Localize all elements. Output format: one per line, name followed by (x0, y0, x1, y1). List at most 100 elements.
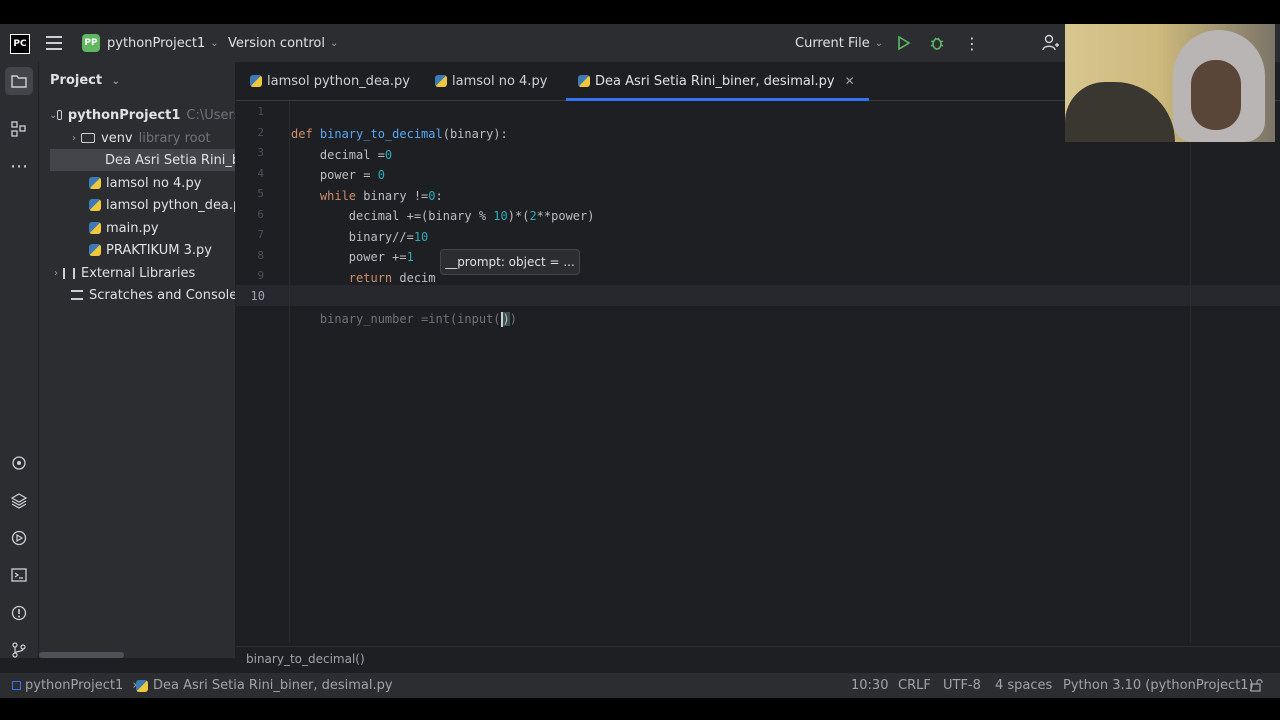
debug-icon[interactable] (929, 24, 945, 62)
more-tools-icon[interactable]: ⋯ (8, 155, 30, 177)
code-text: power = (291, 168, 378, 182)
tree-item-label: lamsol no 4.py (106, 175, 202, 191)
line-number-current: 10 (250, 289, 265, 303)
code-text: binary != (363, 189, 429, 203)
lock-icon[interactable] (1250, 673, 1263, 698)
code-text: **power) (536, 209, 595, 223)
status-caret-position[interactable]: 10:30 (851, 673, 888, 698)
tree-item-label: Scratches and Consoles (89, 287, 236, 303)
line-number: 5 (257, 187, 264, 200)
tree-item-file[interactable]: main.py (39, 217, 235, 239)
breadcrumb-function[interactable]: binary_to_decimal() (246, 652, 365, 666)
status-project-name: pythonProject1 (25, 678, 124, 693)
line-number-gutter: 1 2 3 4 5 6 7 8 9 10 (236, 101, 290, 642)
python-file-icon (89, 244, 101, 256)
add-user-icon[interactable] (1042, 24, 1060, 62)
close-icon[interactable]: ✕ (845, 74, 855, 88)
tree-item-venv[interactable]: › venv library root (39, 127, 235, 149)
main-menu-icon[interactable] (46, 24, 64, 62)
status-project-crumb[interactable]: pythonProject1 › (12, 673, 146, 698)
code-text: =int(input( (421, 312, 501, 326)
code-text: ) (509, 312, 517, 326)
code-text: decimal +=(binary % (291, 209, 494, 223)
layers-icon[interactable] (8, 490, 30, 512)
code-number: 0 (428, 189, 436, 203)
status-file-crumb[interactable]: Dea Asri Setia Rini_biner, desimal.py (136, 673, 393, 698)
tab-label: Dea Asri Setia Rini_biner, desimal.py (595, 73, 835, 89)
status-line-separator[interactable]: CRLF (898, 673, 931, 698)
more-actions-icon[interactable]: ⋮ (964, 24, 980, 62)
library-icon (63, 267, 75, 279)
code-text: ) (502, 312, 510, 326)
horizontal-scrollbar[interactable] (39, 652, 124, 658)
status-encoding[interactable]: UTF-8 (943, 673, 981, 698)
code-line-8: return decim (291, 271, 436, 285)
tree-item-file[interactable]: lamsol python_dea.py (39, 194, 236, 216)
chevron-down-icon: ⌄ (210, 37, 219, 49)
webcam-person-face (1191, 60, 1241, 130)
services-run-icon[interactable] (8, 527, 30, 549)
project-tool-folder-icon[interactable] (5, 67, 33, 95)
tree-item-label: lamsol python_dea.py (106, 197, 236, 213)
python-packages-icon[interactable] (8, 452, 30, 474)
code-text: binary_number (291, 312, 422, 326)
tree-item-active-file[interactable]: Dea Asri Setia Rini_biner, desimal.py (50, 149, 235, 171)
problems-icon[interactable] (8, 602, 30, 624)
code-text: power += (291, 250, 407, 264)
code-keyword: def (291, 127, 320, 141)
run-config-label: Current File (795, 35, 870, 51)
code-editor[interactable]: 1 2 3 4 5 6 7 8 9 10 def binary_to_decim… (236, 101, 1280, 642)
code-number: 10 (493, 209, 508, 223)
module-icon (12, 681, 21, 690)
webcam-background-shape (1065, 82, 1175, 142)
code-number: 2 (529, 209, 537, 223)
editor-breadcrumb[interactable]: binary_to_decimal() (236, 646, 1280, 670)
status-indent[interactable]: 4 spaces (995, 673, 1052, 698)
version-control-menu[interactable]: Version control ⌄ (228, 24, 338, 62)
code-text: : (435, 189, 443, 203)
tree-item-file[interactable]: lamsol no 4.py (39, 172, 235, 194)
project-switcher[interactable]: PP pythonProject1 ⌄ (82, 24, 219, 62)
tab-active-file[interactable]: Dea Asri Setia Rini_biner, desimal.py ✕ (566, 62, 869, 101)
run-icon[interactable] (897, 24, 911, 62)
project-panel: Project ⌄ ⌄ pythonProject1 C:\Users\ › v… (39, 62, 236, 658)
code-text: (binary): (442, 127, 508, 141)
project-panel-header[interactable]: Project ⌄ (50, 73, 120, 88)
tree-item-scratches[interactable]: Scratches and Consoles (39, 284, 236, 306)
chevron-down-icon: ⌄ (874, 37, 884, 49)
version-control-label: Version control (228, 35, 325, 51)
git-branch-icon[interactable] (8, 639, 30, 661)
folder-icon (57, 110, 62, 120)
chevron-right-icon: › (54, 267, 58, 279)
python-file-icon (578, 75, 590, 87)
tree-item-project-root[interactable]: ⌄ pythonProject1 C:\Users\ (39, 104, 235, 126)
code-function-name: binary_to_decimal (319, 127, 443, 141)
tree-item-hint: library root (138, 130, 211, 146)
right-margin-guide (1190, 101, 1191, 642)
python-file-icon (89, 222, 101, 234)
webcam-overlay (1065, 24, 1275, 142)
tree-item-file[interactable]: PRAKTIKUM 3.py (39, 239, 235, 261)
chevron-down-icon: ⌄ (111, 76, 120, 87)
tab-lamsol-python-dea[interactable]: lamsol python_dea.py (250, 62, 410, 100)
project-panel-title: Project (50, 73, 103, 88)
run-config-selector[interactable]: Current File ⌄ (795, 24, 883, 62)
status-interpreter[interactable]: Python 3.10 (pythonProject1) (1063, 673, 1254, 698)
code-line-2: decimal =0 (291, 148, 392, 162)
parameter-info-tooltip: __prompt: object = ... (440, 249, 580, 275)
chevron-down-icon: ⌄ (49, 109, 58, 121)
terminal-icon[interactable] (8, 564, 30, 586)
code-line-5: decimal +=(binary % 10)*(2**power) (291, 209, 595, 223)
tree-item-label: venv (101, 130, 133, 146)
tree-item-label: Dea Asri Setia Rini_biner, desimal.py (105, 152, 235, 168)
tree-item-hint: C:\Users\ (186, 107, 235, 123)
structure-icon[interactable] (8, 118, 30, 140)
tree-item-external-libraries[interactable]: › External Libraries (39, 262, 235, 284)
tree-item-label: main.py (106, 220, 159, 236)
pycharm-logo-icon[interactable]: PC (10, 34, 30, 54)
folder-icon (81, 133, 95, 143)
tab-lamsol-no-4[interactable]: lamsol no 4.py (435, 62, 547, 100)
python-file-icon (435, 75, 447, 87)
tab-label: lamsol python_dea.py (267, 73, 410, 89)
code-line-7: power +=1 (291, 250, 414, 264)
